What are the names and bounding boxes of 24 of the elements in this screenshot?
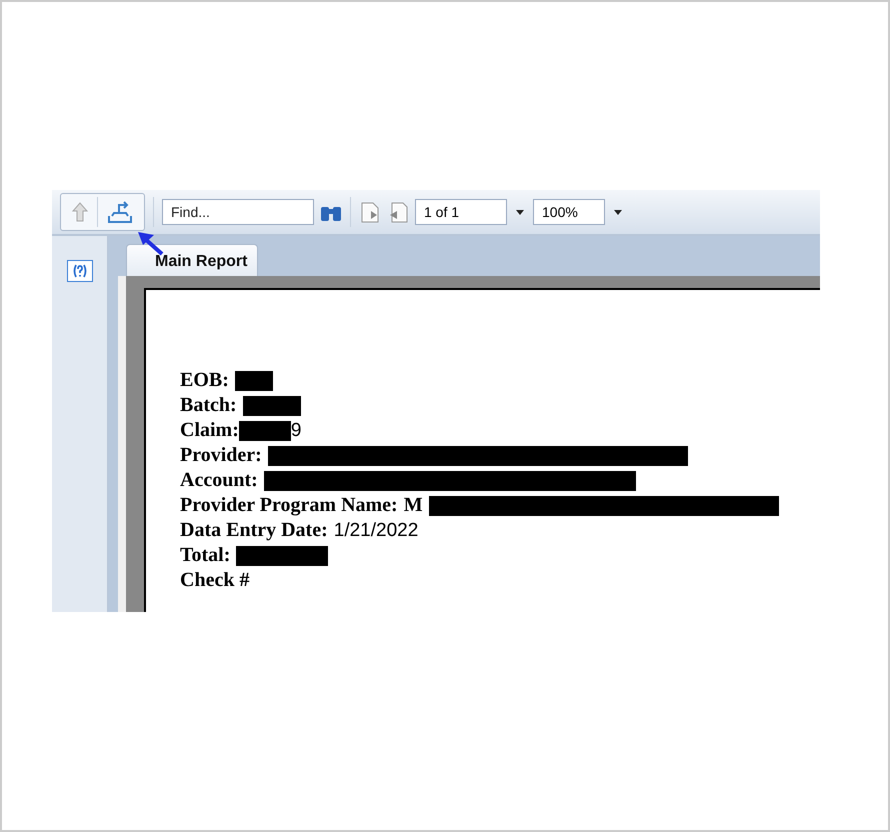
field-value: 9 xyxy=(290,419,302,443)
caret-icon[interactable] xyxy=(611,207,625,217)
field-label: Provider Program Name: xyxy=(180,493,398,518)
report-tab[interactable]: Main Report xyxy=(126,244,258,276)
field-label: Total: xyxy=(180,543,230,568)
field-label: Provider: xyxy=(180,443,262,468)
redaction-bar xyxy=(242,396,301,416)
field-label: Check # xyxy=(180,568,250,593)
field-label: Claim: xyxy=(180,418,239,443)
field-label: Data Entry Date: xyxy=(180,518,328,543)
zoom-field[interactable]: 100% xyxy=(533,199,605,225)
redaction-bar xyxy=(238,420,291,440)
field-label: EOB: xyxy=(180,368,229,393)
export-icon[interactable] xyxy=(106,200,134,224)
page-next-icon[interactable] xyxy=(359,201,381,223)
caret-icon[interactable] xyxy=(513,207,527,217)
find-field[interactable]: Find... xyxy=(162,199,314,225)
field-label: Account: xyxy=(180,468,258,493)
field-value: M xyxy=(404,493,423,518)
field-value: 1/21/2022 xyxy=(334,519,418,543)
redaction-bar xyxy=(234,370,273,390)
page-number-field[interactable]: 1 of 1 xyxy=(415,199,507,225)
help-icon[interactable] xyxy=(66,260,92,282)
field-label: Batch: xyxy=(180,393,237,418)
